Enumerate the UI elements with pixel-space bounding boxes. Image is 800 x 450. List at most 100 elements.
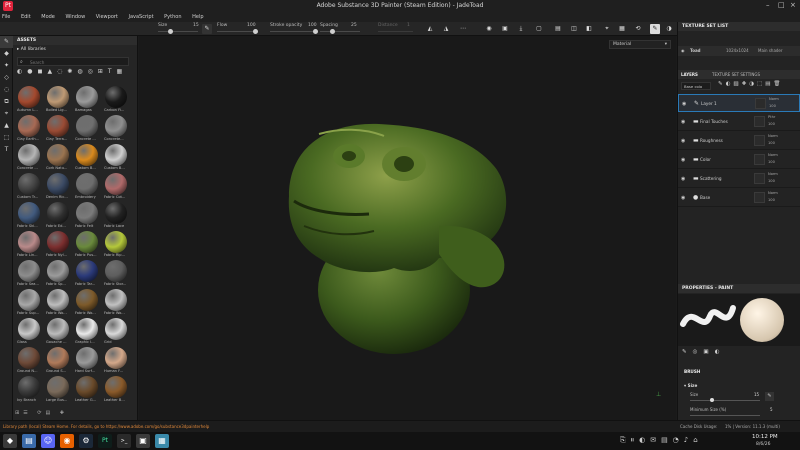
clone-icon[interactable]: ⧉ xyxy=(0,96,13,108)
layer-name[interactable]: Final Touches xyxy=(700,119,728,124)
asset-thumbnail[interactable]: Embroidery xyxy=(75,173,99,202)
blend-mode[interactable]: Norm xyxy=(768,172,778,176)
geometry-mask-icon[interactable]: ◇ xyxy=(0,72,13,84)
spacing-slider-handle[interactable] xyxy=(330,29,335,34)
system-tray[interactable]: ⎘⏸◐✉▤◔♪⌂ xyxy=(620,436,703,445)
blend-mode[interactable]: Norm xyxy=(769,97,779,101)
asset-thumbnail[interactable]: Ivy Branch xyxy=(17,376,41,405)
projection-icon[interactable]: ✦ xyxy=(0,60,13,72)
eye-icon[interactable]: ◉ xyxy=(682,101,686,107)
asset-thumbnail[interactable]: Leather B... xyxy=(104,376,128,405)
properties-tab-icons[interactable]: ✎◎▣◐ xyxy=(682,349,742,359)
asset-thumbnail[interactable]: Bamagas xyxy=(75,86,99,115)
brush-size-handle[interactable] xyxy=(710,398,714,402)
layer-mask-thumbnail[interactable] xyxy=(755,98,766,109)
taskbar-start-icon[interactable]: ◆ xyxy=(3,434,17,448)
taskbar-files-icon[interactable]: ▤ xyxy=(22,434,36,448)
eye-icon[interactable]: ◉ xyxy=(681,138,685,144)
asset-thumbnail[interactable]: Fabric Cot... xyxy=(104,173,128,202)
eye-icon[interactable]: ◉ xyxy=(681,157,685,163)
layer-name[interactable]: Roughness xyxy=(700,138,723,143)
clock-date[interactable]: 8/6/26 xyxy=(756,442,770,447)
asset-thumbnail[interactable]: Fabric Ski... xyxy=(17,202,41,231)
render-icon[interactable]: ▣ xyxy=(500,24,510,34)
asset-thumbnail[interactable]: Ground N... xyxy=(17,347,41,376)
asset-thumbnail[interactable]: Hard Surf... xyxy=(75,347,99,376)
stroke-opacity-value[interactable]: 100 xyxy=(308,23,317,28)
layer-name[interactable]: Base xyxy=(700,195,710,200)
taskbar-painter-icon[interactable]: Pt xyxy=(98,434,112,448)
min-size-slider[interactable] xyxy=(690,415,760,416)
export-icon[interactable]: ⤓ xyxy=(516,24,526,34)
layer-name[interactable]: Color xyxy=(700,157,711,162)
tab-texture-set-settings[interactable]: TEXTURE SET SETTINGS xyxy=(712,70,760,79)
taskbar-terminal-icon[interactable]: >_ xyxy=(117,434,131,448)
menu-mode[interactable]: Mode xyxy=(41,12,55,22)
flow-slider-handle[interactable] xyxy=(253,29,258,34)
stroke-opacity-slider[interactable] xyxy=(270,31,318,32)
camera-icon[interactable]: ◉ xyxy=(484,24,494,34)
asset-bottom-toolbar[interactable]: ⊞☰ ⟳▤ ✚ xyxy=(15,410,135,420)
text-tool-icon[interactable]: T xyxy=(0,144,13,156)
asset-thumbnail[interactable]: Cork Natu... xyxy=(46,144,70,173)
asset-thumbnail[interactable]: Gouache ... xyxy=(46,318,70,347)
menu-file[interactable]: File xyxy=(2,12,10,22)
library-selector[interactable]: ▸ All libraries xyxy=(17,47,46,52)
search-input[interactable]: ⌕ Search xyxy=(17,57,129,66)
size-field-value[interactable]: 15 xyxy=(754,392,759,397)
asset-thumbnail[interactable]: Fabric Wo... xyxy=(104,289,128,318)
split-view-icon[interactable]: ◫ xyxy=(569,24,579,34)
asset-thumbnail[interactable]: Carbon Fi... xyxy=(104,86,128,115)
channel-dropdown[interactable]: Base colo xyxy=(681,82,711,90)
asset-thumbnail[interactable]: Fabric Wo... xyxy=(46,289,70,318)
blend-mode[interactable]: Norm xyxy=(768,153,778,157)
menu-window[interactable]: Window xyxy=(65,12,85,22)
brush-size-slider[interactable] xyxy=(690,400,760,401)
asset-thumbnail[interactable]: Boiled Lig... xyxy=(46,86,70,115)
smudge-icon[interactable]: ◌ xyxy=(0,84,13,96)
asset-thumbnail[interactable]: Custom B... xyxy=(104,144,128,173)
menu-viewport[interactable]: Viewport xyxy=(96,12,118,22)
asset-thumbnail[interactable]: Fabric Sup... xyxy=(17,289,41,318)
layer-mask-thumbnail[interactable] xyxy=(754,173,765,184)
asset-thumbnail[interactable]: Fabric Lace xyxy=(104,202,128,231)
layer-opacity[interactable]: 100 xyxy=(769,104,776,108)
spacing-value[interactable]: 25 xyxy=(351,23,357,28)
pin-icon[interactable]: ⌖ xyxy=(602,24,612,34)
size-slider-handle[interactable] xyxy=(168,29,173,34)
asset-thumbnail[interactable]: Human F... xyxy=(104,347,128,376)
layer-opacity[interactable]: 100 xyxy=(768,122,775,126)
asset-thumbnail[interactable]: Fabric Pus... xyxy=(75,231,99,260)
asset-filter-bar[interactable]: ◐●◼▲◌✺◍◎⊞T▦ xyxy=(17,68,137,78)
layer-mask-thumbnail[interactable] xyxy=(754,116,765,127)
color-picker-icon[interactable]: ⌖ xyxy=(0,108,13,120)
paint-brush-icon[interactable]: ✎ xyxy=(0,36,13,48)
layer-row[interactable]: ◉ ▬ Roughness Norm 100 xyxy=(678,132,800,150)
asset-thumbnail[interactable]: Graphic I... xyxy=(75,318,99,347)
asset-thumbnail[interactable]: Fabric Lin... xyxy=(17,231,41,260)
shelf-icon[interactable]: ▦ xyxy=(617,24,627,34)
asset-thumbnail[interactable]: Concrete ... xyxy=(75,115,99,144)
taskbar-discord-icon[interactable]: ☺ xyxy=(41,434,55,448)
layer-opacity[interactable]: 100 xyxy=(768,141,775,145)
layer-mask-thumbnail[interactable] xyxy=(754,154,765,165)
eye-icon[interactable]: ◉ xyxy=(681,176,685,182)
flow-slider[interactable] xyxy=(217,31,257,32)
size-slider[interactable] xyxy=(158,31,198,32)
asset-thumbnail[interactable]: Fabric Rip... xyxy=(104,231,128,260)
layer-opacity[interactable]: 100 xyxy=(768,198,775,202)
eraser-icon[interactable]: ◆ xyxy=(0,48,13,60)
3d-viewport[interactable]: Material ▾ ⊥ xyxy=(139,36,676,420)
layer-row[interactable]: ◉ ▬ Final Touches Pthr 100 xyxy=(678,113,800,131)
menu-help[interactable]: Help xyxy=(192,12,203,22)
asset-thumbnail[interactable]: Clay Earth... xyxy=(17,115,41,144)
stroke-opacity-handle[interactable] xyxy=(313,29,318,34)
menu-javascript[interactable]: JavaScript xyxy=(129,12,154,22)
menu-edit[interactable]: Edit xyxy=(21,12,31,22)
blend-mode[interactable]: Norm xyxy=(768,191,778,195)
asset-thumbnail[interactable]: Glass xyxy=(17,318,41,347)
taskbar-active-icon[interactable]: ▦ xyxy=(155,434,169,448)
clock-time[interactable]: 10:12 PM xyxy=(752,434,778,440)
asset-thumbnail[interactable]: Fabric Sea... xyxy=(17,260,41,289)
asset-thumbnail[interactable]: Fabric Sp... xyxy=(46,260,70,289)
